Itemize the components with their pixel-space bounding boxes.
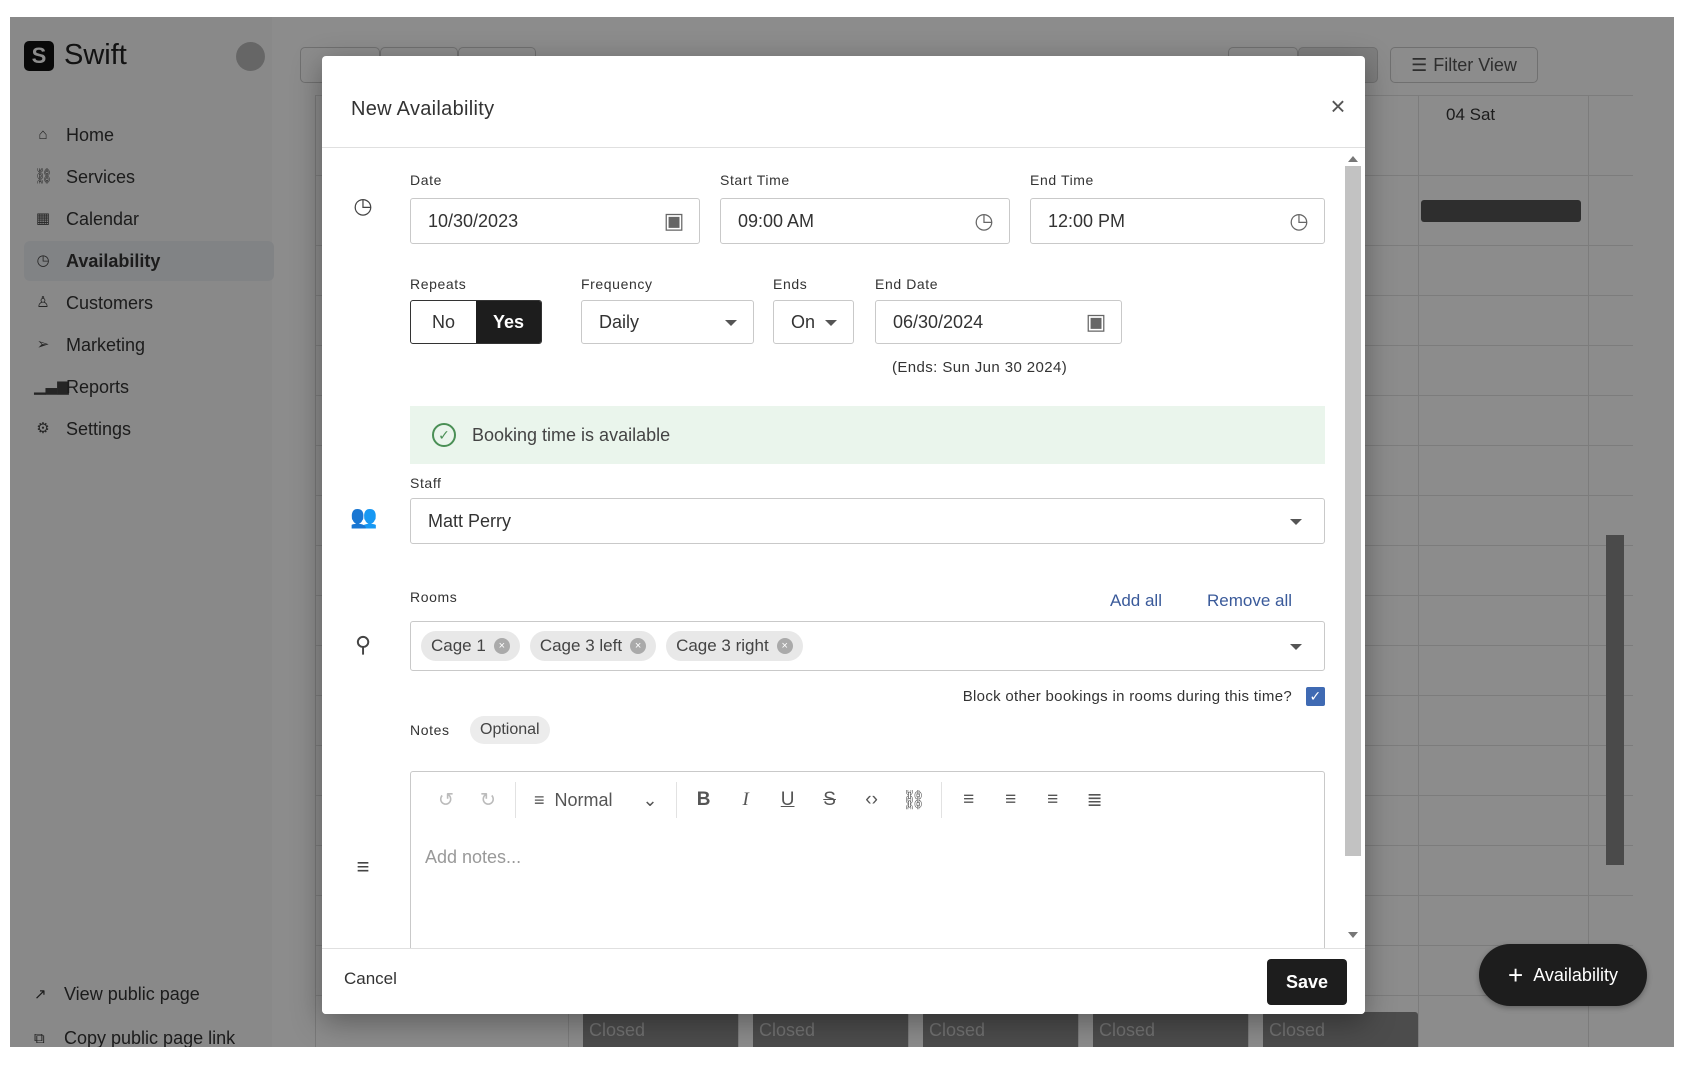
remove-chip-icon[interactable]: × — [493, 638, 510, 654]
remove-all-link[interactable]: Remove all — [1207, 591, 1292, 611]
chevron-down-icon — [725, 320, 737, 326]
dialog-footer: Cancel Save — [322, 948, 1365, 1014]
ends-label: Ends — [773, 276, 808, 292]
redo-icon[interactable]: ↻ — [467, 782, 509, 818]
alert-text: Booking time is available — [472, 424, 671, 445]
format-value: Normal — [554, 789, 613, 810]
close-icon[interactable]: × — [1326, 93, 1350, 119]
cancel-button[interactable]: Cancel — [344, 969, 397, 989]
calendar-icon[interactable]: ▣ — [661, 208, 687, 234]
clock-icon: ◷ — [353, 193, 373, 218]
notes-label: Notes — [410, 722, 450, 738]
start-time-value: 09:00 AM — [738, 210, 815, 231]
repeats-label: Repeats — [410, 276, 467, 292]
clock-icon[interactable]: ◷ — [971, 208, 997, 234]
start-time-label: Start Time — [720, 172, 790, 188]
chevron-down-icon — [1290, 519, 1302, 525]
editor-toolbar: ↺ ↻ ≡ Normal ⌄ B I U S ‹› ⛓ ≡ ≡ ≡ ≣ — [411, 772, 1324, 828]
align-right-icon[interactable]: ≡ — [1032, 782, 1074, 818]
chevron-down-icon — [825, 320, 837, 326]
block-bookings-label: Block other bookings in rooms during thi… — [962, 688, 1292, 705]
align-center-icon[interactable]: ≡ — [990, 782, 1032, 818]
notes-input[interactable]: Add notes... — [425, 847, 521, 868]
staff-value: Matt Perry — [428, 510, 512, 531]
block-bookings-row: Block other bookings in rooms during thi… — [322, 687, 1325, 706]
check-circle-icon: ✓ — [432, 423, 456, 447]
block-bookings-checkbox[interactable]: ✓ — [1306, 687, 1325, 706]
underline-icon[interactable]: U — [767, 782, 809, 818]
date-field[interactable]: 10/30/2023 ▣ — [410, 198, 700, 244]
align-left-icon[interactable]: ≡ — [948, 782, 990, 818]
end-date-value: 06/30/2024 — [893, 311, 984, 332]
end-time-field[interactable]: 12:00 PM ◷ — [1030, 198, 1325, 244]
divider — [515, 782, 516, 818]
date-value: 10/30/2023 — [428, 210, 519, 231]
repeats-yes-button[interactable]: Yes — [476, 301, 541, 343]
divider — [940, 782, 942, 818]
end-date-field[interactable]: 06/30/2024 ▣ — [875, 300, 1122, 344]
add-all-link[interactable]: Add all — [1110, 591, 1162, 611]
chevron-down-icon: ⌄ — [642, 789, 658, 810]
code-icon[interactable]: ‹› — [851, 782, 893, 818]
plus-icon: + — [1508, 959, 1524, 990]
chevron-down-icon — [1290, 644, 1302, 650]
dialog-scrollbar[interactable] — [1342, 148, 1361, 948]
divider — [675, 782, 677, 818]
people-icon: 👥 — [350, 504, 378, 529]
end-time-value: 12:00 PM — [1048, 210, 1126, 231]
room-chip-label: Cage 1 — [431, 636, 486, 655]
frequency-label: Frequency — [581, 276, 653, 292]
repeats-no-button[interactable]: No — [411, 301, 476, 343]
link-icon[interactable]: ⛓ — [893, 782, 935, 818]
end-time-label: End Time — [1030, 172, 1094, 188]
room-chip: Cage 1 × — [421, 631, 520, 661]
location-pin-icon: ⚲ — [354, 632, 372, 657]
app-window: S Swift ⌂ Home ⛓ Services ▦ Calendar ◷ Avail… — [10, 17, 1674, 1047]
room-chip: Cage 3 right × — [666, 631, 803, 661]
ends-select[interactable]: On — [773, 300, 854, 344]
add-availability-button[interactable]: + Availability — [1479, 944, 1647, 1006]
scroll-down-arrow-icon[interactable] — [1348, 932, 1358, 938]
ends-value: On — [791, 311, 816, 332]
rooms-select[interactable]: Cage 1 × Cage 3 left × Cage 3 right × — [410, 621, 1325, 671]
end-date-label: End Date — [875, 276, 939, 292]
italic-icon[interactable]: I — [725, 782, 767, 818]
rooms-label: Rooms — [410, 589, 458, 605]
remove-chip-icon[interactable]: × — [630, 638, 647, 654]
availability-alert: ✓ Booking time is available — [410, 406, 1325, 464]
start-time-field[interactable]: 09:00 AM ◷ — [720, 198, 1010, 244]
room-chip: Cage 3 left × — [529, 631, 657, 661]
scroll-thumb[interactable] — [1345, 166, 1361, 856]
room-chip-label: Cage 3 right — [676, 636, 769, 655]
frequency-select[interactable]: Daily — [581, 300, 754, 344]
strikethrough-icon[interactable]: S — [809, 782, 851, 818]
dialog-body: ◷ Date 10/30/2023 ▣ Start Time 09:00 AM ◷ … — [322, 148, 1365, 948]
staff-label: Staff — [410, 475, 442, 491]
ends-hint: (Ends: Sun Jun 30 2024) — [892, 359, 1068, 376]
bold-icon[interactable]: B — [683, 782, 725, 818]
paragraph-icon: ≡ — [534, 789, 545, 810]
scroll-up-arrow-icon[interactable] — [1348, 156, 1358, 162]
new-availability-dialog: New Availability × ◷ Date 10/30/2023 ▣ St… — [322, 56, 1365, 1014]
notes-icon: ≡ — [356, 854, 370, 879]
undo-icon[interactable]: ↺ — [425, 782, 467, 818]
notes-editor: ↺ ↻ ≡ Normal ⌄ B I U S ‹› ⛓ ≡ ≡ ≡ ≣ Add … — [410, 771, 1325, 948]
add-availability-label: Availability — [1533, 964, 1618, 985]
remove-chip-icon[interactable]: × — [776, 638, 793, 654]
staff-select[interactable]: Matt Perry — [410, 498, 1325, 544]
frequency-value: Daily — [599, 311, 640, 332]
repeats-toggle: No Yes — [410, 300, 542, 344]
save-button[interactable]: Save — [1267, 959, 1347, 1005]
optional-badge: Optional — [470, 716, 550, 744]
paragraph-format-select[interactable]: ≡ Normal ⌄ — [522, 782, 670, 818]
align-justify-icon[interactable]: ≣ — [1074, 782, 1116, 818]
date-label: Date — [410, 172, 442, 188]
room-chip-label: Cage 3 left — [539, 636, 623, 655]
dialog-title: New Availability — [351, 98, 495, 120]
clock-icon[interactable]: ◷ — [1286, 208, 1312, 234]
calendar-icon[interactable]: ▣ — [1083, 309, 1109, 335]
